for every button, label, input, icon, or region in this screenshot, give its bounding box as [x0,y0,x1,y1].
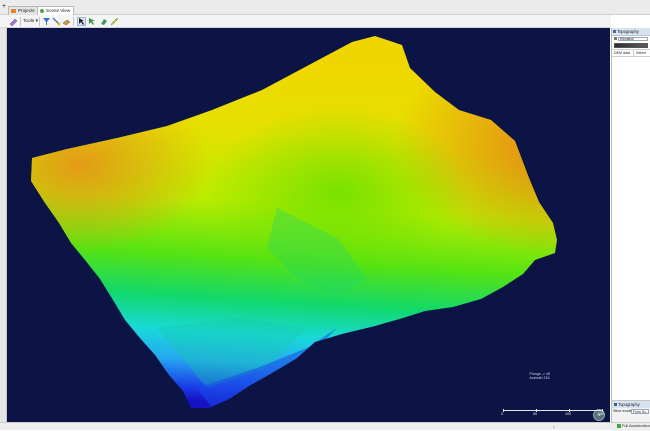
azimuth-readout: Azimuth 315 [529,376,550,380]
scale-tick [503,409,504,412]
toolbar-separator [39,17,40,26]
select-arrow-button[interactable] [77,17,86,26]
terrain-shading [31,36,557,408]
ruler-button[interactable] [9,17,18,26]
add-tab-icon[interactable]: + [2,3,6,11]
topography-panel-header[interactable]: Topography [612,28,650,36]
acceleration-status-label: Full Acceleration [622,424,650,428]
pick-button[interactable] [52,17,61,26]
globe-icon [40,9,44,13]
elevation-icon [614,37,617,40]
topography-header-label: Topography [617,29,639,34]
slice-mode-label: Slice mode: [613,409,633,413]
tab-projects[interactable]: Projects [8,6,39,15]
scale-label: 0 [501,412,503,416]
slice-mode-select[interactable]: From Sc... [631,409,649,414]
layers-button[interactable] [62,17,71,26]
filter-icon [43,18,50,25]
scale-label: 50 [533,412,537,416]
view-orientation-readout: Plunge -> 45 Azimuth 315 [530,372,550,380]
slice-panel-header[interactable]: Topography [612,401,650,408]
scene-toolbar: Tools ▾ [0,15,611,28]
tab-projects-label: Projects [18,8,35,13]
paint-icon [101,19,107,25]
resize-grip-icon: ⌞ [553,423,556,429]
terrain-surface[interactable] [7,28,610,422]
tools-menu-label: Tools [23,19,35,24]
dem-table-row[interactable]: DEM data Select [612,49,650,57]
slice-mode-value: From Sc... [633,410,649,414]
slice-panel-header-label: Topography [618,402,640,407]
scene-viewport[interactable]: Plunge -> 45 Azimuth 315 N 0 50 100 150 [7,28,610,422]
dem-select-cell[interactable]: Select [632,50,646,56]
tools-menu-button[interactable]: Tools ▾ [23,18,38,25]
acceleration-status: Full Acceleration [617,423,650,430]
ruler-icon [9,18,18,26]
left-dock-strip [0,28,7,422]
toolbar-separator [20,17,21,26]
toolbar-separator [73,17,74,26]
slice-mode-row: Slice mode: From Sc... [612,408,650,415]
document-tab-bar: + Projects Scene View [0,0,650,15]
scale-bar-line [503,410,603,411]
pick-icon [52,17,61,26]
elevation-dropdown-value: Elevation [620,37,634,41]
tab-scene-view-label: Scene View [46,8,71,13]
status-bar: ⌞ Full Acceleration [0,422,650,430]
properties-panel: Topography Elevation DEM data Select Top… [611,28,650,431]
scale-label: 100 [565,412,571,416]
pencil-icon [110,17,119,26]
elevation-row: Elevation [612,36,650,42]
pointer-green-button[interactable] [88,17,97,26]
elevation-dropdown[interactable]: Elevation [618,37,648,41]
pencil-button[interactable] [110,17,119,26]
dem-data-cell: DEM data [614,51,630,55]
filter-button[interactable] [42,17,51,26]
folder-icon [11,9,16,13]
layers-icon [62,19,71,26]
paint-button[interactable] [99,17,108,26]
color-ramp-swatch[interactable] [614,43,648,48]
scale-label: 150 [598,412,604,416]
tab-scene-view[interactable]: Scene View [37,6,75,15]
pointer-green-icon [89,18,95,25]
select-arrow-icon [79,18,84,25]
scale-bar: 0 50 100 150 [499,407,609,421]
